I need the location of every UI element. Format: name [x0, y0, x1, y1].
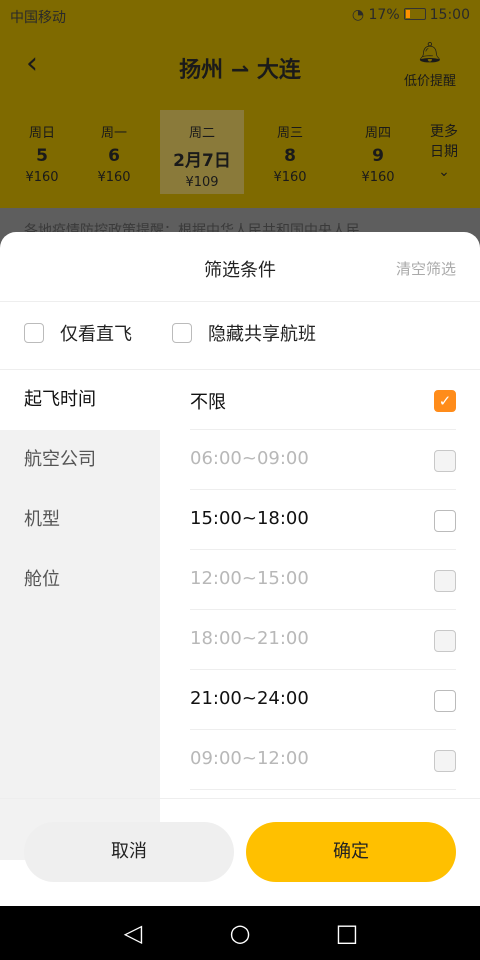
date-strip: 周日 5 ¥160 周一 6 ¥160 周二 2月7日 ¥109 周三 8 ¥1… [0, 110, 420, 194]
clock: 15:00 [429, 7, 470, 23]
time-option-label: 不限 [190, 392, 226, 413]
system-nav-bar: ◁ ○ □ [0, 906, 480, 960]
carrier-label: 中国移动 [10, 10, 66, 26]
time-option-row[interactable]: 21:00~24:00 [160, 670, 480, 730]
cancel-button[interactable]: 取消 [24, 822, 234, 882]
time-option-checkbox[interactable] [434, 690, 456, 712]
time-option-label: 15:00~18:00 [190, 508, 309, 529]
confirm-button[interactable]: 确定 [246, 822, 456, 882]
category-airline[interactable]: 航空公司 [0, 430, 160, 490]
bell-icon[interactable]: 🔔︎ [414, 40, 446, 64]
time-option-row: 09:00~12:00 [160, 730, 480, 790]
category-aircraft[interactable]: 机型 [0, 490, 160, 550]
chevron-down-icon: ⌄ [438, 164, 450, 180]
hide-shared-checkbox[interactable] [172, 323, 192, 343]
status-right: ◔ 17% 15:00 [352, 7, 470, 23]
nav-back-icon[interactable]: ◁ [113, 919, 153, 947]
category-cabin[interactable]: 舱位 [0, 550, 160, 610]
direct-only-checkbox[interactable] [24, 323, 44, 343]
filter-sheet: 筛选条件 清空筛选 仅看直飞 隐藏共享航班 起飞时间 航空公司 机型 舱位 不限… [0, 232, 480, 906]
divider [0, 798, 480, 799]
date-item[interactable]: 周四 9 ¥160 [336, 110, 420, 194]
battery-icon [403, 8, 426, 20]
date-item[interactable]: 周三 8 ¥160 [248, 110, 332, 194]
route-to: 大连 [256, 58, 301, 83]
time-option-label: 12:00~15:00 [190, 568, 309, 589]
time-option-row: 18:00~21:00 [160, 610, 480, 670]
battery-percent: 17% [368, 7, 400, 23]
time-option-checkbox [434, 630, 456, 652]
time-option-label: 21:00~24:00 [190, 688, 309, 709]
time-option-row: 12:00~15:00 [160, 550, 480, 610]
divider [0, 301, 480, 302]
time-option-row: 06:00~09:00 [160, 430, 480, 490]
direct-only-option[interactable]: 仅看直飞 [24, 320, 132, 346]
time-option-row[interactable]: 不限 ✓ [160, 370, 480, 430]
clear-filter-button[interactable]: 清空筛选 [396, 258, 456, 279]
hide-shared-option[interactable]: 隐藏共享航班 [172, 320, 316, 346]
more-dates-button[interactable]: 更多 日期 ⌄ [420, 122, 468, 182]
status-bar: 中国移动 ◔ 17% 15:00 [0, 0, 480, 32]
time-option-checkbox [434, 450, 456, 472]
category-departure-time[interactable]: 起飞时间 [0, 370, 160, 430]
route-from: 扬州 [179, 58, 224, 83]
date-item-selected[interactable]: 周二 2月7日 ¥109 [160, 110, 244, 194]
time-option-list: 不限 ✓ 06:00~09:00 15:00~18:00 12:00~15:00 18:0… [160, 370, 480, 800]
date-item[interactable]: 周一 6 ¥160 [72, 110, 156, 194]
time-option-checkbox [434, 570, 456, 592]
checkmark-icon[interactable]: ✓ [434, 390, 456, 412]
time-option-checkbox[interactable] [434, 510, 456, 532]
time-option-label: 09:00~12:00 [190, 748, 309, 769]
nav-recents-icon[interactable]: □ [327, 919, 367, 947]
wifi-icon: ◔ [351, 7, 365, 23]
nav-home-icon[interactable]: ○ [220, 919, 260, 947]
time-option-row[interactable]: 15:00~18:00 [160, 490, 480, 550]
low-price-alert-button[interactable]: 低价提醒 [392, 70, 468, 89]
time-option-label: 18:00~21:00 [190, 628, 309, 649]
row-divider [190, 789, 456, 790]
time-option-checkbox [434, 750, 456, 772]
route-arrow-icon: ⇀ [230, 58, 250, 83]
time-option-label: 06:00~09:00 [190, 448, 309, 469]
